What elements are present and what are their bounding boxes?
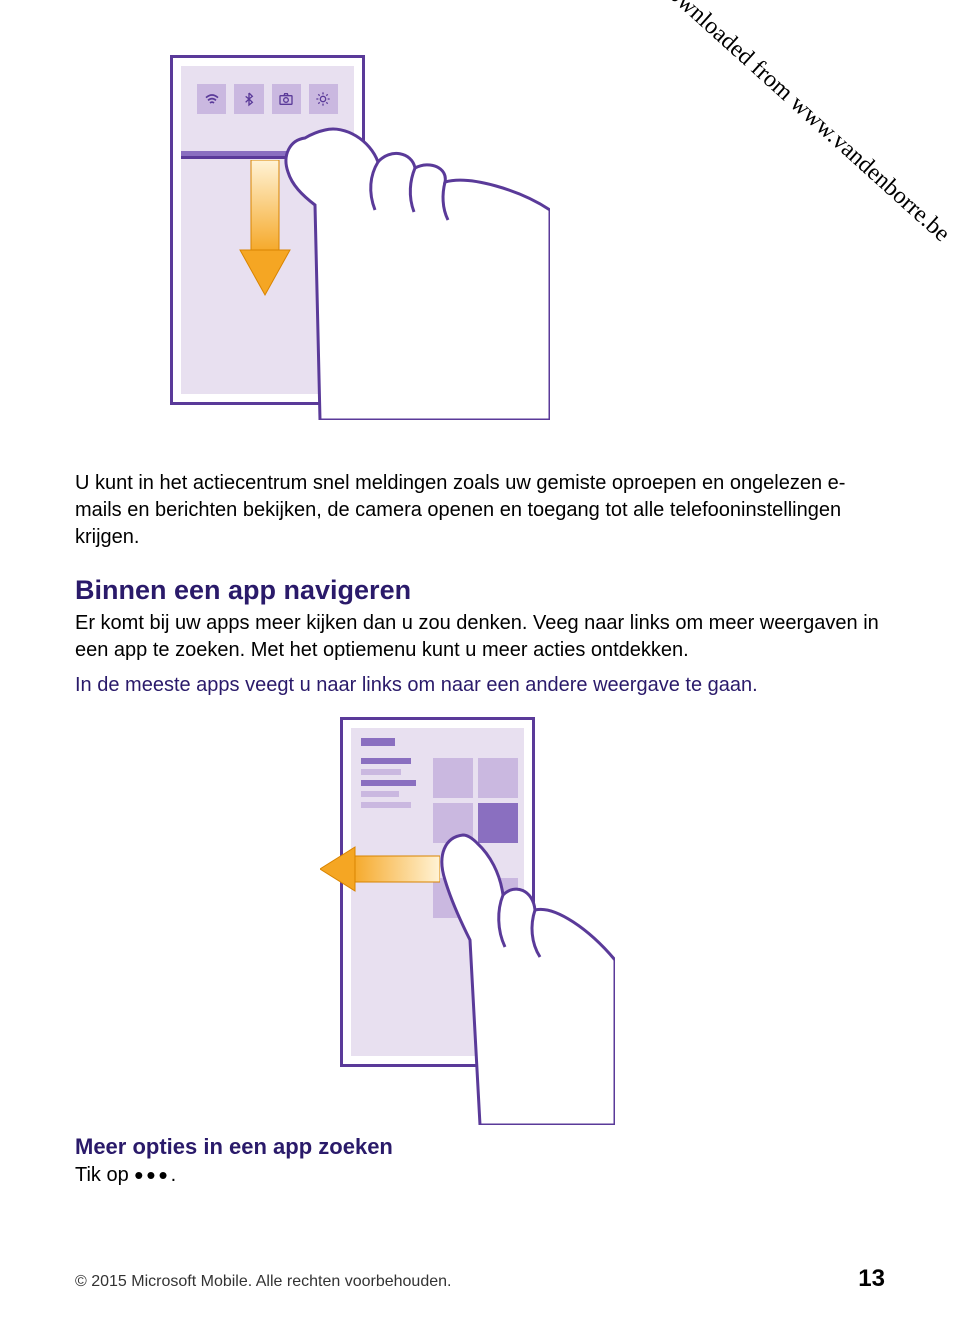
copyright-text: © 2015 Microsoft Mobile. Alle rechten vo… [75, 1273, 451, 1291]
camera-icon [272, 84, 301, 114]
page-footer: © 2015 Microsoft Mobile. Alle rechten vo… [75, 1265, 885, 1293]
page-number: 13 [858, 1265, 885, 1293]
illustration-swipe-down [170, 55, 410, 440]
brightness-icon [309, 84, 338, 114]
paragraph-navigate-app: Er komt bij uw apps meer kijken dan u zo… [75, 610, 885, 664]
hand-gesture-icon [270, 120, 550, 420]
app-list [361, 758, 421, 813]
page-content: U kunt in het actiecentrum snel meldinge… [0, 0, 960, 1191]
wifi-icon [197, 84, 226, 114]
hand-gesture-icon [415, 825, 615, 1125]
tik-suffix: . [171, 1164, 177, 1186]
quick-action-row [197, 84, 338, 114]
heading-navigate-app: Binnen een app navigeren [75, 575, 885, 606]
more-options-icon: ••• [134, 1160, 170, 1190]
tik-prefix: Tik op [75, 1164, 134, 1186]
tik-op-line: Tik op •••. [75, 1160, 885, 1191]
paragraph-action-center: U kunt in het actiecentrum snel meldinge… [75, 470, 885, 551]
illustration-swipe-left [340, 717, 590, 1112]
app-title-bar [361, 738, 395, 746]
bluetooth-icon [234, 84, 263, 114]
heading-more-options: Meer opties in een app zoeken [75, 1134, 885, 1160]
highlight-swipe-left: In de meeste apps veegt u naar links om … [75, 672, 885, 699]
